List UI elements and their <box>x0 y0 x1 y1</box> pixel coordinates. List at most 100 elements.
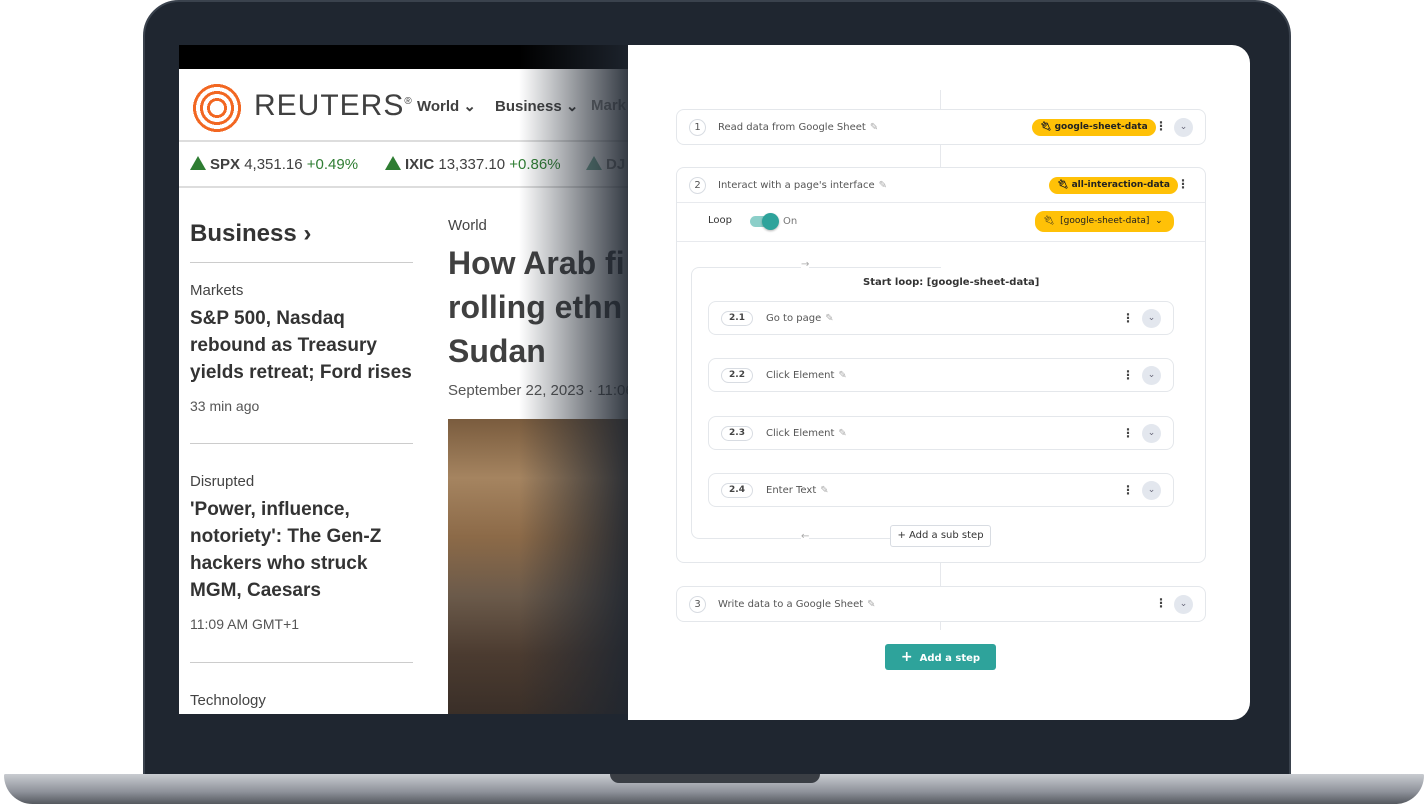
nav-world[interactable]: World ⌄ <box>417 97 476 115</box>
section-title[interactable]: Business › <box>190 220 413 248</box>
substep-card[interactable]: 2.3 Click Element ✎ ⋮ ⌄ <box>708 416 1174 450</box>
chevron-down-icon[interactable]: ⌄ <box>1142 366 1161 385</box>
story-time: 11:09 AM GMT+1 <box>190 616 300 632</box>
substep-number: 2.2 <box>721 368 753 383</box>
step-card: 2 Interact with a page's interface ✎ 🔌︎ a… <box>676 167 1206 563</box>
loop-toggle[interactable] <box>750 213 779 230</box>
ticker-value: 13,337.10 <box>438 156 506 173</box>
ticker-symbol: DJ <box>606 156 626 173</box>
add-substep-button[interactable]: + Add a sub step <box>890 525 991 547</box>
ticker-change: +0.49% <box>306 156 359 173</box>
ticker-value: 4,351.16 <box>244 156 303 173</box>
divider <box>677 202 1205 203</box>
substep-title[interactable]: Click Element ✎ <box>766 428 847 439</box>
more-icon[interactable]: ⋮ <box>1155 596 1167 610</box>
substep-title[interactable]: Go to page ✎ <box>766 313 834 324</box>
chevron-down-icon[interactable]: ⌄ <box>1142 424 1161 443</box>
up-arrow-icon <box>190 156 206 170</box>
ticker-item[interactable]: SPX 4,351.16 +0.49% <box>190 156 358 173</box>
more-icon[interactable]: ⋮ <box>1155 119 1167 133</box>
substep-number: 2.1 <box>721 311 753 326</box>
badge-label: google-sheet-data <box>1054 122 1148 132</box>
substep-number: 2.3 <box>721 426 753 441</box>
nav-markets[interactable]: Mark <box>591 97 626 114</box>
arrow-left-icon: ← <box>801 531 810 542</box>
plus-icon: + <box>900 649 913 665</box>
story-kicker[interactable]: Disrupted <box>190 473 413 490</box>
story-kicker[interactable]: Markets <box>190 282 413 299</box>
up-arrow-icon <box>385 156 401 170</box>
pencil-icon[interactable]: ✎ <box>838 428 846 439</box>
more-icon[interactable]: ⋮ <box>1122 311 1134 325</box>
loop-label: Loop <box>708 215 732 226</box>
pencil-icon[interactable]: ✎ <box>825 313 833 324</box>
plug-icon: 🔌︎ <box>1040 122 1052 132</box>
substep-card[interactable]: 2.2 Click Element ✎ ⋮ ⌄ <box>708 358 1174 392</box>
story-kicker[interactable]: Technology <box>190 692 413 709</box>
step-number: 2 <box>689 177 706 194</box>
chevron-down-icon: ⌄ <box>565 98 579 115</box>
brand-name[interactable]: REUTERS® <box>254 89 413 123</box>
substep-card[interactable]: 2.1 Go to page ✎ ⋮ ⌄ <box>708 301 1174 335</box>
ticker-symbol: SPX <box>210 156 241 173</box>
ticker-change: +0.86% <box>509 156 561 173</box>
reuters-page: REUTERS® World ⌄ Business ⌄ Mark SPX 4,3… <box>179 45 628 714</box>
browser-top-bar <box>179 45 628 69</box>
loop-start-label: Start loop: [google-sheet-data] <box>863 277 1040 288</box>
chevron-down-icon[interactable]: ⌄ <box>1142 481 1161 500</box>
up-arrow-icon <box>586 156 602 170</box>
reuters-logo[interactable] <box>190 81 244 135</box>
loop-source-value: [google-sheet-data] <box>1060 216 1150 226</box>
loop-state: On <box>783 216 798 227</box>
substep-title[interactable]: Click Element ✎ <box>766 370 847 381</box>
story-time: 33 min ago <box>190 398 260 414</box>
substep-card[interactable]: 2.4 Enter Text ✎ ⋮ ⌄ <box>708 473 1174 507</box>
step-title[interactable]: Read data from Google Sheet ✎ <box>718 122 878 133</box>
pencil-icon[interactable]: ✎ <box>879 180 887 191</box>
nav-business[interactable]: Business ⌄ <box>495 97 578 115</box>
add-step-button[interactable]: + Add a step <box>885 644 996 670</box>
pencil-icon[interactable]: ✎ <box>870 122 878 133</box>
more-icon[interactable]: ⋮ <box>1177 177 1189 191</box>
ticker-symbol: IXIC <box>405 156 435 173</box>
chevron-down-icon[interactable]: ⌄ <box>1142 309 1161 328</box>
story-headline[interactable]: 'Power, influence, notoriety': The Gen-Z… <box>190 496 413 604</box>
divider <box>677 241 1205 242</box>
feature-headline[interactable]: How Arab fi rolling ethn Sudan <box>448 241 628 373</box>
more-icon[interactable]: ⋮ <box>1122 483 1134 497</box>
divider <box>190 262 413 263</box>
substep-title-text: Enter Text <box>766 485 817 496</box>
step-title-text: Read data from Google Sheet <box>718 122 866 133</box>
substep-title-text: Go to page <box>766 313 822 324</box>
more-icon[interactable]: ⋮ <box>1122 368 1134 382</box>
loop-source-dropdown[interactable]: 🔌︎ [google-sheet-data] ⌄ <box>1035 211 1174 232</box>
ticker-item[interactable]: DJ <box>586 156 625 173</box>
output-badge[interactable]: 🔌︎ all-interaction-data <box>1049 177 1178 194</box>
pencil-icon[interactable]: ✎ <box>838 370 846 381</box>
pencil-icon[interactable]: ✎ <box>867 599 875 610</box>
feature-photo[interactable] <box>448 419 628 714</box>
site-header: REUTERS® World ⌄ Business ⌄ Mark <box>179 69 628 142</box>
laptop-notch <box>610 774 820 783</box>
step-number: 1 <box>689 119 706 136</box>
substep-title-text: Click Element <box>766 428 835 439</box>
chevron-down-icon[interactable]: ⌄ <box>1174 118 1193 137</box>
ticker-item[interactable]: IXIC 13,337.10 +0.86% <box>385 156 561 173</box>
story-headline[interactable]: S&P 500, Nasdaq rebound as Treasury yiel… <box>190 305 413 386</box>
more-icon[interactable]: ⋮ <box>1122 426 1134 440</box>
step-title[interactable]: Interact with a page's interface ✎ <box>718 180 887 191</box>
chevron-down-icon[interactable]: ⌄ <box>1174 595 1193 614</box>
pencil-icon[interactable]: ✎ <box>820 485 828 496</box>
step-card[interactable]: 3 Write data to a Google Sheet ✎ ⋮ ⌄ <box>676 586 1206 622</box>
plug-icon: 🔌︎ <box>1057 180 1069 190</box>
divider <box>190 662 413 663</box>
substep-title[interactable]: Enter Text ✎ <box>766 485 829 496</box>
divider <box>190 443 413 444</box>
nav-label: World <box>417 98 460 115</box>
chevron-down-icon: ⌄ <box>463 98 476 115</box>
output-badge[interactable]: 🔌︎ google-sheet-data <box>1032 119 1156 136</box>
step-card[interactable]: 1 Read data from Google Sheet ✎ 🔌︎ google… <box>676 109 1206 145</box>
step-title[interactable]: Write data to a Google Sheet ✎ <box>718 599 876 610</box>
feature-kicker[interactable]: World <box>448 217 487 234</box>
add-step-label: Add a step <box>919 653 981 664</box>
